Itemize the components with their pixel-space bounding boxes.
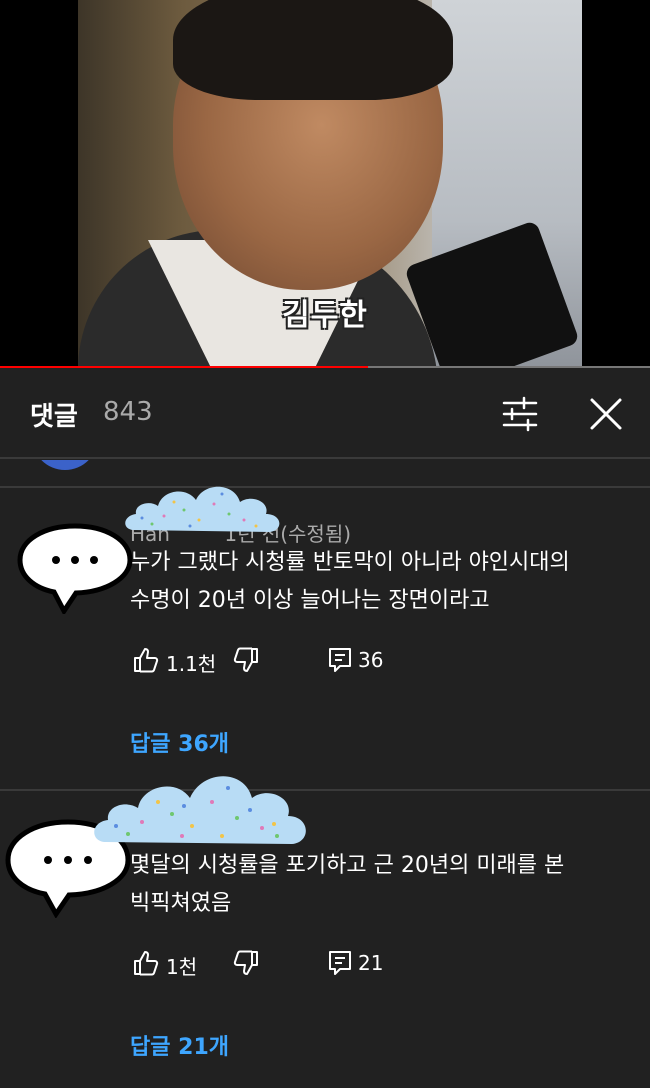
- comment-text: 몇달의 시청률을 포기하고 근 20년의 미래를 본 빅픽쳐였음: [130, 847, 564, 923]
- cloud-sticker: [125, 486, 280, 532]
- cloud-sticker: [94, 776, 306, 844]
- comment-text: 누가 그랬다 시청률 반토막이 아니라 야인시대의 수명이 20년 이상 늘어나…: [130, 544, 570, 620]
- comments-count: 843: [103, 397, 153, 427]
- like-count: 1.1천: [166, 652, 217, 676]
- comment-actions: 1천 21: [130, 949, 430, 979]
- reply-icon[interactable]: [326, 949, 354, 977]
- comment-text-line: 수명이 20년 이상 늘어나는 장면이라고: [130, 588, 490, 613]
- like-icon[interactable]: [132, 949, 160, 977]
- reply-count: 21: [358, 951, 384, 975]
- comments-header: 댓글 843: [0, 370, 650, 458]
- view-replies-button[interactable]: 답글 21개: [130, 1029, 229, 1061]
- sort-filter-icon[interactable]: [500, 396, 540, 432]
- like-icon[interactable]: [132, 646, 160, 674]
- video-progress-fill: [0, 366, 368, 368]
- video-player[interactable]: 김두한: [0, 0, 650, 368]
- close-icon[interactable]: [586, 394, 626, 434]
- header-divider: [0, 457, 650, 459]
- dislike-icon[interactable]: [232, 646, 260, 674]
- comments-title: 댓글: [30, 402, 78, 432]
- comment-actions: 1.1천 36: [130, 646, 430, 676]
- view-replies-button[interactable]: 답글 36개: [130, 726, 229, 758]
- like-count: 1천: [166, 955, 198, 979]
- comment-text-line: 빅픽쳐였음: [130, 891, 232, 916]
- comment-text-line: 누가 그랬다 시청률 반토막이 아니라 야인시대의: [130, 550, 570, 575]
- video-subtitle: 김두한: [282, 298, 368, 333]
- reply-icon[interactable]: [326, 646, 354, 674]
- comment-text-line: 몇달의 시청률을 포기하고 근 20년의 미래를 본: [130, 853, 565, 878]
- video-progress-bar[interactable]: [0, 366, 650, 368]
- dislike-icon[interactable]: [232, 949, 260, 977]
- reply-count: 36: [358, 648, 384, 672]
- speech-bubble-sticker: [17, 523, 133, 614]
